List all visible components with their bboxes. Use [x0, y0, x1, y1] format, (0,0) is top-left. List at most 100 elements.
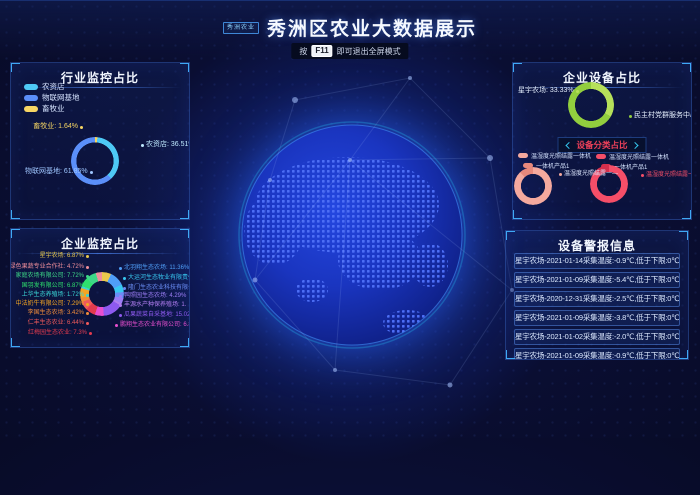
- pie-label: 鸭照园生态农场: 4.29%: [119, 292, 186, 300]
- pie-label-text: 星宇农场: 33.33%: [518, 87, 574, 95]
- pie-label-text: 大运河生态牧业有限责任公: [128, 274, 190, 282]
- pie-label-text: 红梅园生态农业: 7.3%: [28, 329, 87, 337]
- leader-dot: [559, 173, 562, 176]
- pie-label: 李国生态农场: 3.42%: [28, 309, 89, 317]
- leader-dot: [86, 322, 89, 325]
- legend-item[interactable]: 物联网基地: [24, 92, 80, 103]
- pie-label: 星宇农场: 33.33%: [518, 87, 579, 95]
- pie-label-text: 鸭照园生态农场: 4.29%: [124, 292, 186, 300]
- leader-dot: [115, 324, 118, 327]
- pie-label-text: 丰源水产种保养殖场: 1.: [124, 301, 186, 309]
- legend-item[interactable]: 农资店: [24, 81, 65, 92]
- pie-label-text: 隆门生态农业科技有限公: [128, 284, 190, 292]
- legend-swatch: [24, 106, 38, 112]
- pie-label: 红梅园生态农业: 7.3%: [28, 329, 92, 337]
- pie-label-text: 中法奶牛有限公司: 7.29%: [16, 300, 84, 308]
- leader-dot: [86, 255, 89, 258]
- f11-key: F11: [311, 45, 332, 57]
- pie-label: 畜牧业: 1.64%: [33, 123, 83, 131]
- leader-dot: [119, 295, 122, 298]
- leader-dot: [119, 267, 122, 270]
- legend-label: 畜牧业: [42, 103, 65, 114]
- leader-dot: [86, 266, 89, 269]
- pie-label-text: 物联网基地: 61.85%: [25, 168, 88, 176]
- pie-label: 中法奶牛有限公司: 7.29%: [16, 300, 89, 308]
- leader-dot: [576, 90, 579, 93]
- legend-item[interactable]: 温湿度光照结露一体机: [596, 152, 669, 161]
- pie-label: 瓜果蔬菜自采基地: 15.02%: [119, 311, 190, 319]
- pie-label: 国羽发有限公司: 6.87%: [22, 282, 89, 290]
- page-title: 秀洲区农业大数据展示: [267, 14, 477, 41]
- legend-swatch: [24, 95, 38, 101]
- alarm-item: 星宇农场-2021-01-14采集温度:-0.9℃,低于下限:0℃: [514, 253, 680, 269]
- leader-dot: [641, 174, 644, 177]
- pie-label: 绿色果蔬专业合作社: 4.72%: [10, 263, 89, 271]
- alarm-item: 星宇农场-2021-01-09采集温度:-5.4℃,低于下限:0℃: [514, 272, 680, 288]
- pie-label: 仁丰生态农业: 6.44%: [28, 319, 89, 327]
- pie-label-text: 农资店: 36.51%: [146, 141, 190, 149]
- alarm-item: 星宇农场-2021-01-09采集温度:-0.9℃,低于下限:0℃: [514, 348, 680, 360]
- pie-label: 民主村党群服务中心:: [629, 112, 692, 120]
- panel-industry-monitor: 行业监控占比 农资店 物联网基地 畜牧业 畜牧业: 1.64% 农资店: 36.…: [10, 62, 190, 220]
- legend-item[interactable]: 温湿度光照结露一体机: [518, 151, 591, 160]
- pie-label-text: 温湿度光照结露一—: [646, 171, 692, 179]
- leader-dot: [90, 171, 93, 174]
- alarm-item: 星宇农场-2020-12-31采集温度:-2.5℃,低于下限:0℃: [514, 291, 680, 307]
- pie-label-text: 仁丰生态农业: 6.44%: [28, 319, 84, 327]
- pie-label: 物联网基地: 61.85%: [25, 168, 93, 176]
- pie-label-text: 瓜果蔬菜自采基地: 15.02%: [124, 311, 190, 319]
- pie-label: 大运河生态牧业有限责任公: [123, 274, 190, 282]
- leader-dot: [123, 287, 126, 290]
- panel-title: 设备警报信息: [506, 237, 688, 254]
- pie-label-text: 上华生态养殖场: 1.72%: [22, 291, 84, 299]
- legend-label: 温湿度光照结露一体机: [531, 151, 591, 160]
- legend-label: 农资店: [42, 81, 65, 92]
- legend-item[interactable]: 畜牧业: [24, 103, 65, 114]
- panel-enterprise-monitor: 企业监控占比 星宇农场: 6.87% 绿色果蔬专业合作社: 4.72% 家庭农场…: [10, 228, 190, 348]
- pie-label-text: 家庭农场有限公司: 7.72%: [16, 272, 84, 280]
- pie-chart-industry[interactable]: [71, 137, 119, 185]
- pie-label: 鹏翔生态农业有限公司: 6.87%: [115, 321, 190, 329]
- pie-label-text: 星宇农场: 6.87%: [40, 252, 84, 260]
- panel-device-alarms: 设备警报信息 星宇农场-2021-01-14采集温度:-0.9℃,低于下限:0℃…: [505, 230, 689, 360]
- leader-dot: [141, 144, 144, 147]
- pie-label: 上华生态养殖场: 1.72%: [22, 291, 89, 299]
- pie-label: 星宇农场: 6.87%: [40, 252, 89, 260]
- legend-label: 温湿度光照结露一体机: [609, 152, 669, 161]
- pie-label: 温湿度光照结露一—: [641, 171, 692, 179]
- pie-label-text: 鹏翔生态农业有限公司: 6.87%: [120, 321, 190, 329]
- leader-dot: [80, 126, 83, 129]
- pie-chart-category-1[interactable]: [514, 167, 552, 205]
- legend-swatch: [24, 84, 38, 90]
- bracket-left-icon: [565, 141, 572, 148]
- leader-dot: [86, 294, 89, 297]
- leader-dot: [629, 115, 632, 118]
- pie-label: 农资店: 36.51%: [141, 141, 190, 149]
- leader-dot: [86, 285, 89, 288]
- leader-dot: [86, 275, 89, 278]
- panel-title: 企业设备占比: [513, 69, 691, 86]
- panel-title: 企业监控占比: [11, 235, 189, 252]
- page-header: 秀洲农业 秀洲区农业大数据展示: [0, 14, 700, 41]
- legend-swatch: [596, 154, 606, 159]
- leader-dot: [123, 277, 126, 280]
- tip-prefix: 按: [299, 46, 307, 57]
- leader-dot: [119, 304, 122, 307]
- pie-label-text: 民主村党群服务中心:: [634, 112, 692, 120]
- pie-label-text: 温湿度光照结露一—: [564, 170, 618, 178]
- alarm-item: 星宇农场-2021-01-02采集温度:-2.0℃,低于下限:0℃: [514, 329, 680, 345]
- legend-swatch: [518, 153, 528, 158]
- pie-label-text: 北羽翔生态农场: 11.36%: [124, 264, 189, 272]
- pie-label-text: 国羽发有限公司: 6.87%: [22, 282, 84, 290]
- leader-dot: [86, 303, 89, 306]
- fullscreen-tip: 按 F11 即可退出全屏模式: [291, 43, 408, 59]
- pie-label: 隆门生态农业科技有限公: [123, 284, 190, 292]
- leader-dot: [89, 332, 92, 335]
- bracket-right-icon: [631, 141, 638, 148]
- pie-label: 温湿度光照结露一—: [559, 170, 618, 178]
- header-logo: 秀洲农业: [223, 22, 259, 34]
- globe-visualization: [235, 118, 469, 357]
- alarm-item: 星宇农场-2021-01-09采集温度:-3.8℃,低于下限:0℃: [514, 310, 680, 326]
- section-title: 设备分类占比: [576, 139, 627, 151]
- dashboard-root: 秀洲农业 秀洲区农业大数据展示 按 F11 即可退出全屏模式 行业监控占比 农资…: [0, 0, 700, 438]
